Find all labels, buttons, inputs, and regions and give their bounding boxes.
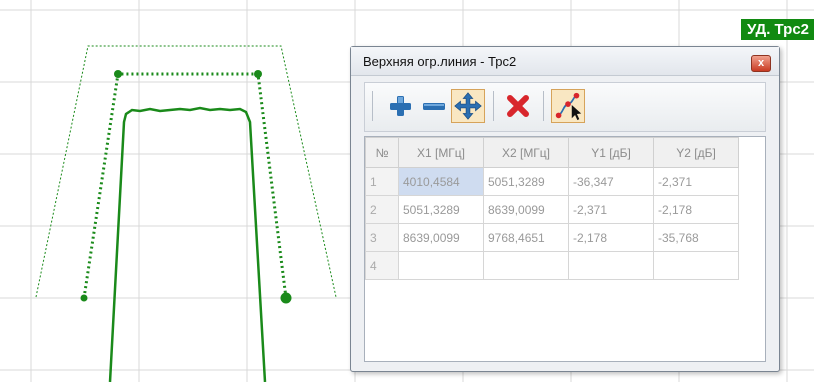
delete-button[interactable] (501, 89, 535, 123)
row-number: 1 (365, 167, 399, 196)
table-header: № X1 [МГц] X2 [МГц] Y1 [дБ] Y2 [дБ] (365, 137, 739, 168)
close-button[interactable]: x (751, 55, 771, 72)
spectrum-trace (108, 106, 267, 382)
cell-y1[interactable] (568, 251, 654, 280)
upper-limit-line[interactable] (82, 72, 288, 299)
table-row[interactable]: 2 5051,3289 8639,0099 -2,371 -2,178 (365, 195, 739, 224)
table-row[interactable]: 1 4010,4584 5051,3289 -36,347 -2,371 (365, 167, 739, 196)
toolbar-separator (372, 91, 373, 121)
minus-icon (423, 103, 445, 110)
cell-x1[interactable]: 5051,3289 (398, 195, 484, 224)
limit-point[interactable] (80, 294, 88, 302)
cell-x1[interactable]: 8639,0099 (398, 223, 484, 252)
table-row[interactable]: 4 (365, 251, 739, 280)
column-header-x2[interactable]: X2 [МГц] (483, 137, 569, 168)
cell-y2[interactable]: -2,371 (653, 167, 739, 196)
cell-y2[interactable] (653, 251, 739, 280)
trace-label-tag: УД. Трс2 (740, 19, 814, 40)
toolbar-separator (493, 91, 494, 121)
cell-y1[interactable]: -2,178 (568, 223, 654, 252)
plus-icon (390, 96, 411, 116)
outer-mask-line (35, 45, 337, 298)
points-table: № X1 [МГц] X2 [МГц] Y1 [дБ] Y2 [дБ] 1 40… (364, 136, 766, 362)
dialog-toolbar (364, 82, 766, 132)
column-header-y2[interactable]: Y2 [дБ] (653, 137, 739, 168)
table-row[interactable]: 3 8639,0099 9768,4651 -2,178 -35,768 (365, 223, 739, 252)
cell-x1[interactable] (398, 251, 484, 280)
dialog-title: Верхняя огр.линия - Трс2 (363, 54, 517, 69)
row-number: 2 (365, 195, 399, 224)
upper-limit-dialog: Верхняя огр.линия - Трс2 x № X1 [МГц] X2… (350, 46, 780, 372)
dialog-titlebar[interactable]: Верхняя огр.линия - Трс2 x (351, 47, 779, 76)
cell-x2[interactable]: 5051,3289 (483, 167, 569, 196)
toolbar-separator (543, 91, 544, 121)
row-number: 3 (365, 223, 399, 252)
remove-point-button[interactable] (417, 89, 451, 123)
cell-y1[interactable]: -36,347 (568, 167, 654, 196)
cell-x1[interactable]: 4010,4584 (398, 167, 484, 196)
cell-y2[interactable]: -35,768 (653, 223, 739, 252)
add-point-button[interactable] (383, 89, 417, 123)
cell-x2[interactable]: 8639,0099 (483, 195, 569, 224)
delete-x-icon (507, 95, 529, 117)
row-number: 4 (365, 251, 399, 280)
limit-point[interactable] (280, 292, 292, 304)
column-header-y1[interactable]: Y1 [дБ] (568, 137, 654, 168)
limit-point[interactable] (114, 70, 122, 78)
move-button[interactable] (451, 89, 485, 123)
edit-points-button[interactable] (551, 89, 585, 123)
cell-y1[interactable]: -2,371 (568, 195, 654, 224)
column-header-number[interactable]: № (365, 137, 399, 168)
column-header-x1[interactable]: X1 [МГц] (398, 137, 484, 168)
cell-y2[interactable]: -2,178 (653, 195, 739, 224)
edit-points-icon (555, 92, 582, 121)
limit-point[interactable] (254, 70, 262, 78)
move-arrows-icon (454, 92, 482, 120)
cell-x2[interactable]: 9768,4651 (483, 223, 569, 252)
cell-x2[interactable] (483, 251, 569, 280)
